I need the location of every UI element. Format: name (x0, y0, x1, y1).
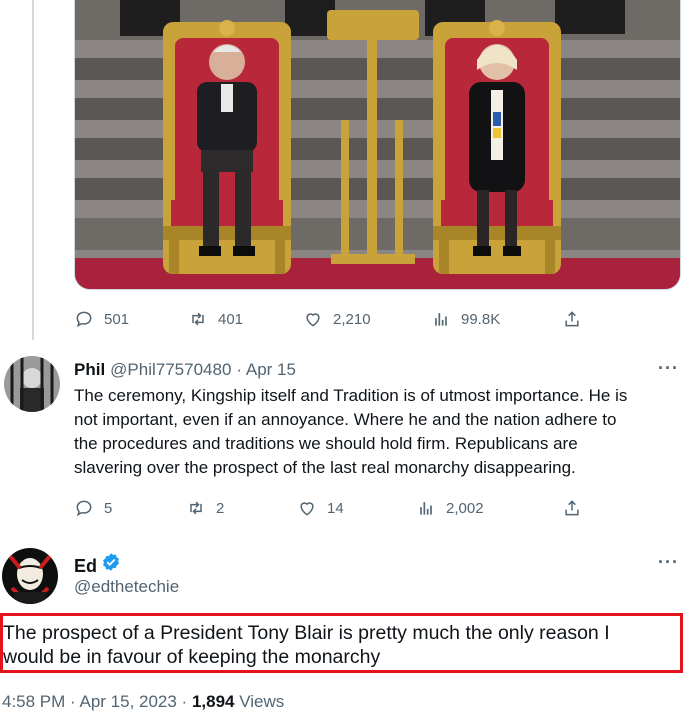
like-count: 14 (327, 499, 344, 517)
retweet-count: 2 (216, 499, 225, 517)
views-icon (420, 502, 432, 515)
avatar-ed[interactable] (2, 548, 58, 604)
main-handle-row: @edthetechie (74, 577, 179, 597)
ceremony-photo-image (75, 0, 680, 289)
views-count: 2,002 (446, 499, 484, 517)
retweet-icon (190, 501, 202, 515)
reply-author-name[interactable]: Phil (74, 360, 105, 380)
share-button[interactable] (562, 304, 592, 334)
verified-badge-icon (103, 553, 119, 571)
tweet-views-count: 1,894 (191, 692, 235, 711)
reply-count: 5 (104, 499, 113, 517)
retweet-button[interactable]: 2 (186, 493, 224, 523)
views-button[interactable]: 2,002 (416, 493, 484, 523)
main-author-handle[interactable]: @edthetechie (74, 577, 179, 597)
main-tweet-text: The prospect of a President Tony Blair i… (3, 621, 679, 669)
reply-button[interactable]: 5 (74, 493, 112, 523)
reply-tweet-actions: 5 2 14 2,002 (74, 493, 594, 523)
more-icon[interactable]: ··· (658, 552, 679, 573)
share-icon (565, 500, 579, 516)
views-button[interactable]: 99.8K (431, 304, 500, 334)
retweet-button[interactable]: 401 (188, 304, 243, 334)
retweet-icon (192, 312, 204, 326)
tweet-timestamp[interactable]: 4:58 PM · Apr 15, 2023 · (2, 692, 192, 711)
share-icon (565, 311, 579, 327)
like-button[interactable]: 2,210 (303, 304, 371, 334)
main-text-line: The prospect of a President Tony Blair i… (3, 622, 610, 644)
reply-text: The ceremony, Kingship itself and Tradit… (74, 384, 686, 480)
avatar-phil[interactable] (4, 356, 60, 412)
like-icon (300, 502, 314, 516)
reply-author-row: Phil @Phil77570480 · Apr 15 (74, 360, 296, 380)
main-author-name[interactable]: Ed (74, 556, 97, 577)
reply-text-line: the procedures and traditions we should … (74, 434, 578, 453)
reply-icon (76, 311, 92, 328)
main-text-line: would be in favour of keeping the monarc… (3, 646, 381, 668)
like-icon (306, 313, 320, 327)
tweet-meta: 4:58 PM · Apr 15, 2023 · 1,894 Views (2, 692, 284, 712)
tweet-photo[interactable] (74, 0, 681, 290)
reply-text-line: not important, even if an annoyance. Whe… (74, 410, 617, 429)
thread-line (32, 0, 34, 340)
views-icon (435, 313, 447, 326)
like-button[interactable]: 14 (297, 493, 344, 523)
reply-date[interactable]: · Apr 15 (236, 360, 296, 380)
reply-author-handle[interactable]: @Phil77570480 (110, 360, 231, 380)
phil-avatar-image (4, 356, 60, 412)
tweet-views-label: Views (234, 692, 285, 711)
views-count: 99.8K (461, 310, 501, 328)
reply-button[interactable]: 501 (74, 304, 129, 334)
more-icon[interactable]: ··· (658, 358, 679, 379)
reply-text-line: slavering over the prospect of the last … (74, 458, 576, 477)
reply-icon (76, 500, 92, 517)
retweet-count: 401 (218, 310, 244, 328)
main-author-row: Ed (74, 552, 121, 577)
ed-avatar-image (2, 548, 58, 604)
reply-text-line: The ceremony, Kingship itself and Tradit… (74, 386, 628, 405)
like-count: 2,210 (333, 310, 371, 328)
top-tweet-actions: 501 401 2,210 99.8K (74, 304, 594, 334)
reply-count: 501 (104, 310, 130, 328)
share-button[interactable] (562, 493, 592, 523)
